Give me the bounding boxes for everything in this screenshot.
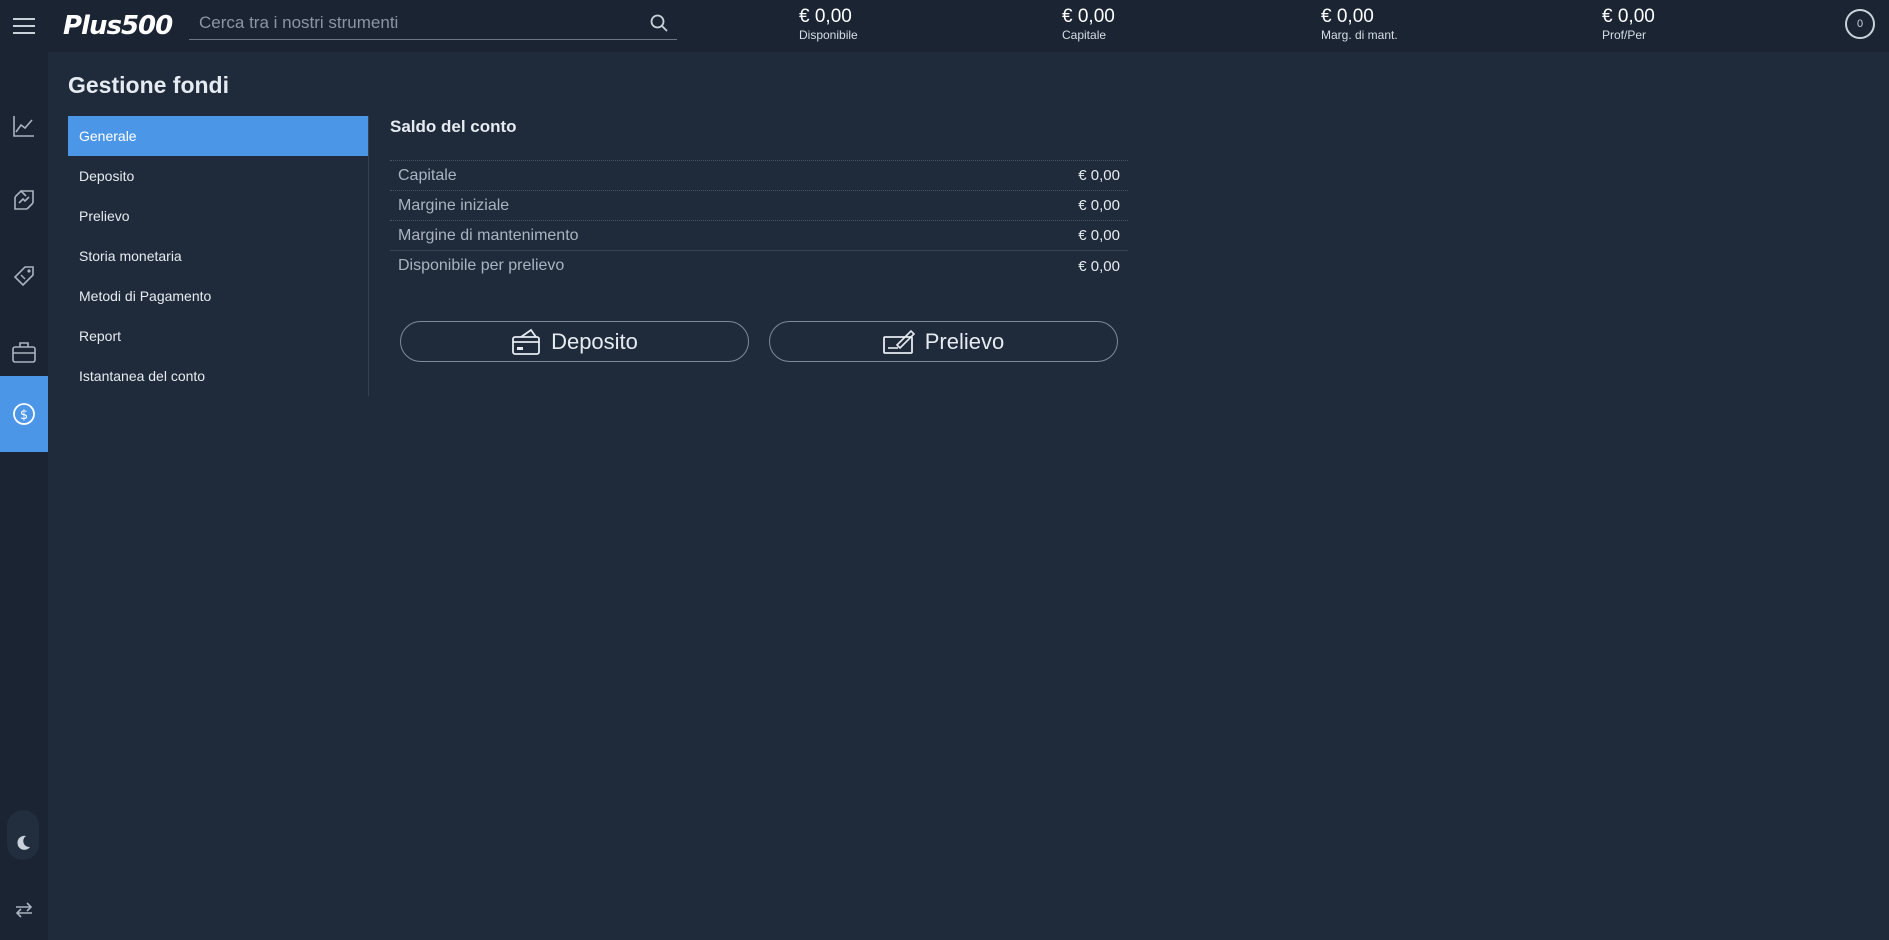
stat-label: Prof/Per [1602,28,1647,42]
briefcase-icon [12,342,36,363]
stat-label: Capitale [1062,28,1107,42]
balance-title: Saldo del conto [390,117,517,136]
hamburger-icon [13,18,35,34]
balance-label: Margine iniziale [398,196,510,214]
logo-text: Plus500 [63,11,173,41]
rail-item-switch[interactable] [0,872,48,940]
subnav-item-generale[interactable]: Generale [68,116,368,156]
stat-value: € 0,00 [1321,6,1374,27]
plus500-logo[interactable]: Plus500 [63,9,173,43]
subnav-item-deposito[interactable]: Deposito [68,156,368,196]
tag-icon [13,266,34,287]
balance-label: Disponibile per prelievo [398,257,565,274]
balance-value: € 0,00 [1078,167,1120,184]
avatar-badge: 0 [1856,18,1864,30]
theme-toggle[interactable] [7,810,39,860]
chart-line-icon [13,116,34,137]
balance-label: Margine di mantenimento [398,226,579,244]
stat-capitale: € 0,00 Capitale [1062,6,1115,42]
search-box [189,6,677,40]
funds-subnav: Generale Deposito Prelievo Storia moneta… [68,116,369,396]
left-rail: $ [0,52,48,940]
balance-value: € 0,00 [1078,257,1120,275]
balance-label: Capitale [398,166,457,184]
stat-marg-mant: € 0,00 Marg. di mant. [1321,6,1398,42]
subnav-item-metodi-pagamento[interactable]: Metodi di Pagamento [68,276,368,316]
subnav-item-istantanea-conto[interactable]: Istantanea del conto [68,356,368,396]
balance-value: € 0,00 [1078,227,1120,244]
rail-item-charts[interactable] [0,88,48,164]
dollar-circle-icon: $ [13,403,35,425]
balance-row: Capitale € 0,00 [390,161,1128,191]
svg-text:$: $ [20,408,28,423]
trade-arrows-icon [14,189,34,210]
deposit-button[interactable]: Deposito [400,321,749,362]
rail-item-trade[interactable] [0,162,48,238]
subnav-item-prelievo[interactable]: Prelievo [68,196,368,236]
subnav-item-report[interactable]: Report [68,316,368,356]
cheque-pen-icon [882,329,915,354]
withdraw-button[interactable]: Prelievo [769,321,1118,362]
moon-icon [17,835,30,850]
stat-value: € 0,00 [799,6,852,27]
credit-card-icon [512,328,540,355]
balance-row: Margine di mantenimento € 0,00 [390,221,1128,251]
stat-value: € 0,00 [1062,6,1115,27]
stat-label: Marg. di mant. [1321,28,1398,42]
balance-row: Margine iniziale € 0,00 [390,191,1128,221]
user-avatar[interactable]: 0 [1845,9,1875,39]
stat-disponibile: € 0,00 Disponibile [799,6,858,42]
balance-value: € 0,00 [1078,197,1120,214]
top-bar: Plus500 € 0,00 Disponibile € 0,00 Capita… [0,0,1889,52]
deposit-button-label: Deposito [551,328,638,354]
balance-table: Capitale € 0,00 Margine iniziale € 0,00 … [390,160,1128,281]
balance-row: Disponibile per prelievo € 0,00 [390,251,1128,281]
search-icon[interactable] [649,13,669,33]
stat-label: Disponibile [799,28,858,42]
page-title: Gestione fondi [68,72,229,98]
stat-value: € 0,00 [1602,6,1655,27]
switch-arrows-icon [15,902,33,918]
subnav-item-storia-monetaria[interactable]: Storia monetaria [68,236,368,276]
withdraw-button-label: Prelievo [924,328,1005,354]
hamburger-menu-button[interactable] [0,0,48,52]
search-input[interactable] [189,6,677,39]
rail-item-funds[interactable]: $ [0,376,48,452]
stat-prof-per: € 0,00 Prof/Per [1602,6,1655,42]
rail-item-tags[interactable] [0,238,48,314]
